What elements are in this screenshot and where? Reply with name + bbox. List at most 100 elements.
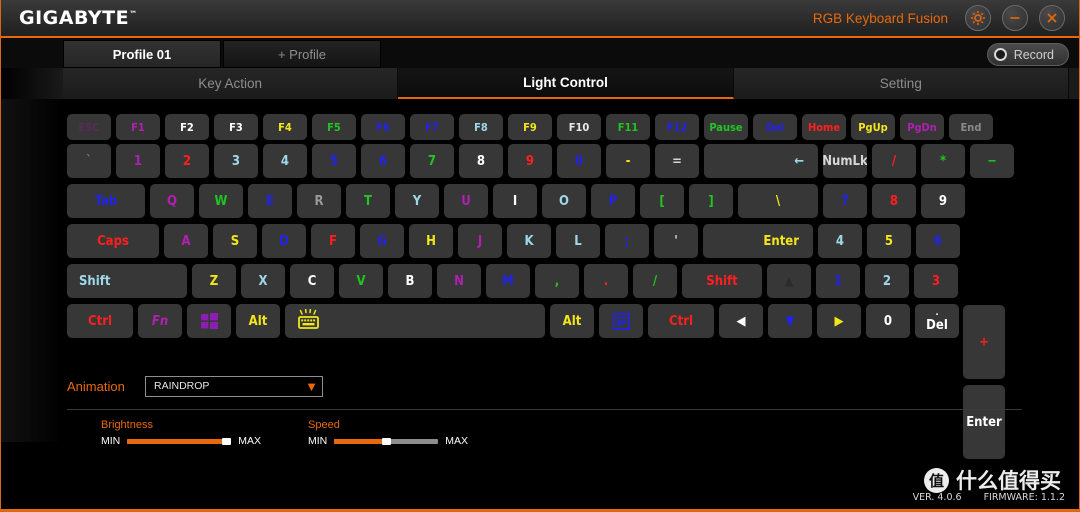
add-profile-tab[interactable]: + Profile	[223, 40, 381, 68]
key-9[interactable]: 9	[921, 184, 965, 218]
key-a[interactable]: A	[164, 224, 208, 258]
key-6[interactable]: 6	[916, 224, 960, 258]
key-s[interactable]: S	[213, 224, 257, 258]
key-t[interactable]: T	[346, 184, 390, 218]
key-d[interactable]: D	[262, 224, 306, 258]
key-end[interactable]: End	[949, 114, 993, 140]
tab-key-action[interactable]: Key Action	[63, 68, 399, 99]
key-key[interactable]: \	[738, 184, 818, 218]
key-9[interactable]: 9	[508, 144, 552, 178]
key-fn[interactable]: Fn	[138, 304, 182, 338]
key-pgdn[interactable]: PgDn	[900, 114, 944, 140]
key-key[interactable]: [	[640, 184, 684, 218]
record-button[interactable]: Record	[986, 43, 1069, 66]
key-l[interactable]: L	[556, 224, 600, 258]
numpad-plus-key[interactable]: +	[963, 305, 1005, 379]
key-h[interactable]: H	[409, 224, 453, 258]
key-shift[interactable]: Shift	[67, 264, 187, 298]
key-ctrl[interactable]: Ctrl	[67, 304, 133, 338]
key-5[interactable]: 5	[867, 224, 911, 258]
key-4[interactable]: 4	[263, 144, 307, 178]
key-numlk[interactable]: NumLk	[823, 144, 867, 178]
close-button[interactable]	[1039, 5, 1065, 31]
key-b[interactable]: B	[388, 264, 432, 298]
key-j[interactable]: J	[458, 224, 502, 258]
key-key[interactable]: '	[654, 224, 698, 258]
tab-setting[interactable]: Setting	[733, 68, 1069, 99]
key-keyboard-light-icon[interactable]	[285, 304, 545, 338]
key-f1[interactable]: F1	[116, 114, 160, 140]
key-w[interactable]: W	[199, 184, 243, 218]
key-key[interactable]: .	[584, 264, 628, 298]
key-x[interactable]: X	[241, 264, 285, 298]
key-o[interactable]: O	[542, 184, 586, 218]
key-m[interactable]: M	[486, 264, 530, 298]
key-u[interactable]: U	[444, 184, 488, 218]
key-key[interactable]	[187, 304, 231, 338]
brightness-thumb[interactable]	[222, 437, 232, 445]
key-0[interactable]: 0	[866, 304, 910, 338]
key-pause[interactable]: Pause	[704, 114, 748, 140]
key-f4[interactable]: F4	[263, 114, 307, 140]
speed-slider[interactable]	[334, 437, 439, 445]
key-f3[interactable]: F3	[214, 114, 258, 140]
animation-select[interactable]: RAINDROP ▼	[145, 375, 323, 397]
key-1[interactable]: 1	[116, 144, 160, 178]
key-e[interactable]: E	[248, 184, 292, 218]
key-2[interactable]: 2	[165, 144, 209, 178]
key-key[interactable]: ←	[704, 144, 818, 178]
key-f5[interactable]: F5	[312, 114, 356, 140]
key-shift[interactable]: Shift	[682, 264, 762, 298]
key-home[interactable]: Home	[802, 114, 846, 140]
key-7[interactable]: 7	[823, 184, 867, 218]
profile-tab-01[interactable]: Profile 01	[63, 40, 221, 68]
key-key[interactable]: *	[921, 144, 965, 178]
key-y[interactable]: Y	[395, 184, 439, 218]
minimize-button[interactable]	[1002, 5, 1028, 31]
key-key[interactable]: ,	[535, 264, 579, 298]
key-f9[interactable]: F9	[508, 114, 552, 140]
key-2[interactable]: 2	[865, 264, 909, 298]
key-key[interactable]: ▼	[768, 304, 812, 338]
brightness-slider[interactable]	[127, 437, 232, 445]
key-q[interactable]: Q	[150, 184, 194, 218]
key-key[interactable]: `	[67, 144, 111, 178]
key-f11[interactable]: F11	[606, 114, 650, 140]
key-f10[interactable]: F10	[557, 114, 601, 140]
settings-gear-button[interactable]	[965, 5, 991, 31]
key-8[interactable]: 8	[872, 184, 916, 218]
key-8[interactable]: 8	[459, 144, 503, 178]
key-0[interactable]: 0	[557, 144, 601, 178]
key-key[interactable]: ◀	[719, 304, 763, 338]
key-del[interactable]: Del	[753, 114, 797, 140]
key-f8[interactable]: F8	[459, 114, 503, 140]
key-p[interactable]: P	[591, 184, 635, 218]
key-7[interactable]: 7	[410, 144, 454, 178]
key-pgup[interactable]: PgUp	[851, 114, 895, 140]
key-k[interactable]: K	[507, 224, 551, 258]
key-f7[interactable]: F7	[410, 114, 454, 140]
key-g[interactable]: G	[360, 224, 404, 258]
key-i[interactable]: I	[493, 184, 537, 218]
key-4[interactable]: 4	[818, 224, 862, 258]
key-f[interactable]: F	[311, 224, 355, 258]
key-key[interactable]: −	[970, 144, 1014, 178]
key-n[interactable]: N	[437, 264, 481, 298]
key-alt[interactable]: Alt	[236, 304, 280, 338]
key-key[interactable]: =	[655, 144, 699, 178]
key-3[interactable]: 3	[914, 264, 958, 298]
key-v[interactable]: V	[339, 264, 383, 298]
key-z[interactable]: Z	[192, 264, 236, 298]
key-key[interactable]: /	[872, 144, 916, 178]
key-key[interactable]: ]	[689, 184, 733, 218]
key-key[interactable]: ▶	[817, 304, 861, 338]
key-1[interactable]: 1	[816, 264, 860, 298]
key-3[interactable]: 3	[214, 144, 258, 178]
tab-light-control[interactable]: Light Control	[398, 68, 734, 99]
key-f12[interactable]: F12	[655, 114, 699, 140]
key-6[interactable]: 6	[361, 144, 405, 178]
key-enter[interactable]: Enter	[703, 224, 813, 258]
key-key[interactable]: -	[606, 144, 650, 178]
key-alt[interactable]: Alt	[550, 304, 594, 338]
key-c[interactable]: C	[290, 264, 334, 298]
